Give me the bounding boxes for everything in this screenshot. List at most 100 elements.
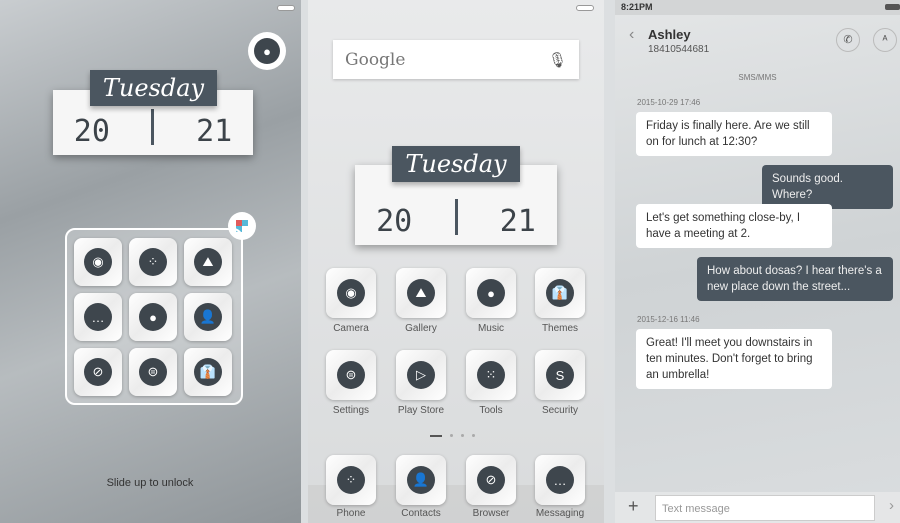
app-icon-messaging[interactable]: … <box>74 293 122 341</box>
page-dot[interactable] <box>461 434 464 437</box>
outgoing-message[interactable]: How about dosas? I hear there's a new pl… <box>697 257 893 301</box>
home-screen: Google 🎙 Tuesday 20 21 ◉ Camera ⛰ Gallery ● Mu… <box>308 0 604 523</box>
channel-label: SMS/MMS <box>738 73 777 82</box>
clock-minute: 21 <box>499 204 536 239</box>
app-label: Play Store <box>397 405 445 416</box>
person-icon: ᴬ <box>882 34 888 46</box>
music-icon: ● <box>139 303 167 331</box>
day-label: Tuesday <box>392 146 520 182</box>
send-icon[interactable]: › <box>889 497 894 514</box>
call-button[interactable]: ✆ <box>836 28 860 52</box>
incoming-message[interactable]: Friday is finally here. Are we still on … <box>636 112 832 156</box>
music-icon: ● <box>477 279 505 307</box>
messaging-screen: 8:21PM ‹ Ashley 18410544681 ✆ ᴬ SMS/MMS … <box>615 0 900 523</box>
dock-label: Phone <box>336 508 366 519</box>
incoming-message[interactable]: Great! I'll meet you downstairs in ten m… <box>636 329 832 389</box>
app-label: Tools <box>479 405 503 416</box>
google-logo: Google <box>345 49 406 70</box>
status-time: 8:21PM <box>621 2 653 12</box>
app-icon-tools[interactable]: ⁙ <box>466 350 516 400</box>
lock-screen: ● Tuesday 20 21 ◉ ⁘ ⛰ … ● 👤 ⊘ ⊜ 👔 Slide up to unl… <box>0 0 301 523</box>
attach-plus-icon[interactable]: + <box>628 496 639 517</box>
contact-number: 18410544681 <box>648 44 710 55</box>
app-icon-music[interactable]: ● <box>129 293 177 341</box>
browser-icon: ⊘ <box>84 358 112 386</box>
settings-icon: ⊜ <box>337 361 365 389</box>
dock-label: Contacts <box>401 508 441 519</box>
unlock-hint: Slide up to unlock <box>106 477 194 489</box>
app-icon-messaging[interactable]: … <box>535 455 585 505</box>
phone-dialpad-icon: ⁘ <box>139 248 167 276</box>
app-icon-themes[interactable]: 👔 <box>184 348 232 396</box>
app-icon-browser[interactable]: ⊘ <box>74 348 122 396</box>
app-icon-settings[interactable]: ⊜ <box>129 348 177 396</box>
compose-bar: + Text message › <box>615 492 900 523</box>
tools-icon: ⁙ <box>477 361 505 389</box>
outgoing-message[interactable]: Sounds good. Where? <box>762 165 893 209</box>
contacts-icon: 👤 <box>407 466 435 494</box>
message-timestamp: 2015-12-16 11:46 <box>637 315 700 324</box>
messaging-icon: … <box>546 466 574 494</box>
page-dot-active[interactable] <box>430 434 442 437</box>
app-icon-phone-dialpad[interactable]: ⁘ <box>326 455 376 505</box>
app-icon-contacts[interactable]: 👤 <box>396 455 446 505</box>
search-bar[interactable]: Google 🎙 <box>333 40 579 79</box>
app-icon-settings[interactable]: ⊜ <box>326 350 376 400</box>
app-icon-security[interactable]: S <box>535 350 585 400</box>
app-icon-camera[interactable]: ◉ <box>326 268 376 318</box>
app-icon-gallery[interactable]: ⛰ <box>184 238 232 286</box>
app-label: Camera <box>333 323 369 334</box>
music-disc-icon: ● <box>254 38 280 64</box>
app-label: Music <box>477 323 505 334</box>
incoming-message[interactable]: Let's get something close-by, I have a m… <box>636 204 832 248</box>
browser-icon: ⊘ <box>477 466 505 494</box>
app-icon-browser[interactable]: ⊘ <box>466 455 516 505</box>
contact-button[interactable]: ᴬ <box>873 28 897 52</box>
app-folder: ◉ ⁘ ⛰ … ● 👤 ⊘ ⊜ 👔 <box>65 228 243 405</box>
settings-icon: ⊜ <box>139 358 167 386</box>
gallery-icon: ⛰ <box>194 248 222 276</box>
play-store-icon: ▷ <box>407 361 435 389</box>
phone-icon: ✆ <box>843 34 853 46</box>
app-icon-themes[interactable]: 👔 <box>535 268 585 318</box>
page-dot[interactable] <box>450 434 453 437</box>
app-icon-gallery[interactable]: ⛰ <box>396 268 446 318</box>
clock-minute: 21 <box>196 114 233 149</box>
app-label: Gallery <box>405 323 437 334</box>
app-icon-music[interactable]: ● <box>466 268 516 318</box>
app-icon-contacts[interactable]: 👤 <box>184 293 232 341</box>
message-timestamp: 2015-10-29 17:46 <box>637 98 701 107</box>
dock-label: Browser <box>472 508 510 519</box>
clock-hour: 20 <box>376 204 413 239</box>
battery-icon <box>277 5 295 11</box>
clock-separator <box>151 109 155 145</box>
page-dot[interactable] <box>472 434 475 437</box>
dock-label: Messaging <box>535 508 585 519</box>
status-bar: 8:21PM <box>615 0 900 15</box>
contact-name: Ashley <box>648 27 691 42</box>
app-label: Settings <box>332 405 370 416</box>
messaging-icon: … <box>84 303 112 331</box>
app-icon-play-store[interactable]: ▷ <box>396 350 446 400</box>
contacts-icon: 👤 <box>194 303 222 331</box>
microphone-icon[interactable]: 🎙 <box>548 51 567 69</box>
app-label: Security <box>541 405 579 416</box>
battery-icon <box>576 5 594 11</box>
music-widget-button[interactable]: ● <box>248 32 286 70</box>
message-input[interactable]: Text message <box>655 495 875 521</box>
phone-dialpad-icon: ⁘ <box>337 466 365 494</box>
camera-icon: ◉ <box>337 279 365 307</box>
clock-hour: 20 <box>73 114 110 149</box>
themes-icon: 👔 <box>194 358 222 386</box>
themes-icon: 👔 <box>546 279 574 307</box>
back-button[interactable]: ‹ <box>629 26 634 44</box>
camera-icon: ◉ <box>84 248 112 276</box>
app-icon-camera[interactable]: ◉ <box>74 238 122 286</box>
page-indicator <box>430 434 475 437</box>
app-label: Themes <box>541 323 579 334</box>
gallery-icon: ⛰ <box>407 279 435 307</box>
battery-icon <box>885 4 900 10</box>
security-icon: S <box>546 361 574 389</box>
app-icon-phone-dialpad[interactable]: ⁘ <box>129 238 177 286</box>
day-label: Tuesday <box>90 70 217 106</box>
